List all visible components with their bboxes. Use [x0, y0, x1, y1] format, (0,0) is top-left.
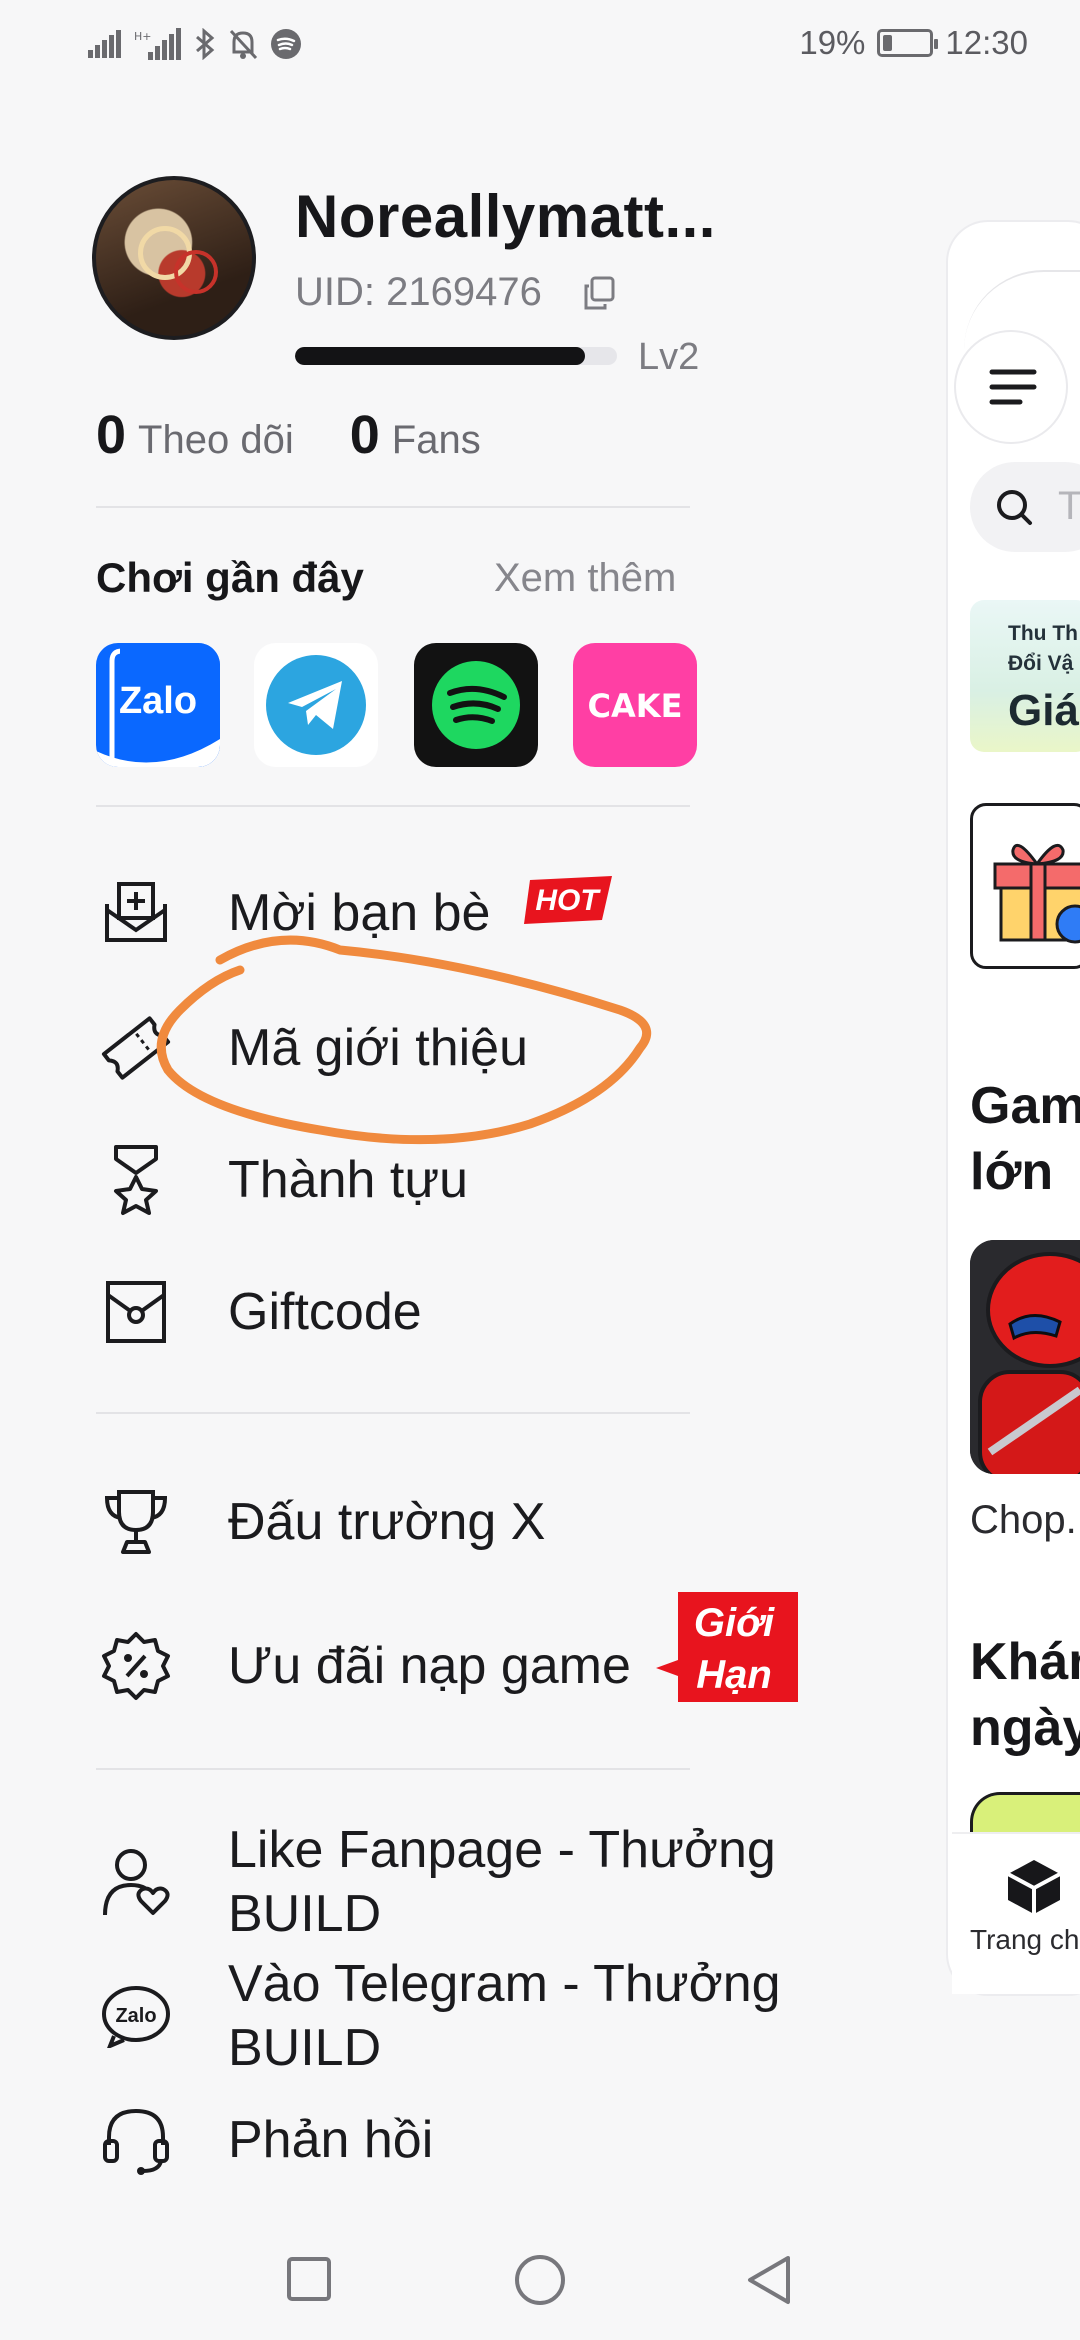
following-label[interactable]: Theo dõi	[138, 418, 294, 463]
menu-topup-deals[interactable]: Ưu đãi nạp game	[96, 1626, 631, 1706]
status-icons-right: 19% 12:30	[799, 24, 1028, 62]
fans-label[interactable]: Fans	[392, 418, 481, 463]
menu-join-telegram[interactable]: Zalo Vào Telegram - Thưởng BUILD	[96, 1952, 818, 2080]
app-zalo[interactable]: Zalo	[96, 643, 220, 767]
battery-percent: 19%	[799, 24, 866, 61]
menu-label: Ưu đãi nạp game	[228, 1637, 631, 1695]
uid-label: UID: 2169476	[295, 270, 542, 314]
menu-feedback[interactable]: Phản hồi	[96, 2100, 433, 2180]
peek-game-thumbnail[interactable]	[970, 1240, 1080, 1474]
app-spotify[interactable]	[414, 643, 538, 767]
discount-badge-icon	[96, 1626, 176, 1706]
battery-fill	[883, 35, 892, 51]
limited-badge-line1: Giới	[694, 1601, 775, 1645]
menu-like-fanpage[interactable]: Like Fanpage - Thưởng BUILD	[96, 1818, 818, 1946]
hamburger-icon	[989, 369, 1037, 405]
home-cube-icon[interactable]	[1006, 1858, 1062, 1916]
back-button[interactable]	[746, 2254, 792, 2306]
menu-label: Đấu trường X	[228, 1493, 546, 1551]
telegram-logo	[266, 655, 366, 755]
zalo-logo: Zalo	[96, 643, 220, 767]
peek-banner-line1: Thu Th	[1008, 622, 1078, 645]
hot-badge-text: HOT	[535, 884, 601, 917]
status-icons-left: H+	[88, 28, 302, 60]
home-button[interactable]	[514, 2254, 566, 2306]
limited-badge-line2: Hạn	[696, 1653, 772, 1697]
peek-banner[interactable]: Thu Th Đổi Vậ Giá	[970, 600, 1080, 752]
peek-search-bar[interactable]: T	[970, 462, 1080, 552]
status-bar: H+ 19% 12:30	[0, 0, 1080, 90]
avatar[interactable]	[92, 176, 256, 340]
limited-badge: Giới Hạn	[656, 1592, 798, 1702]
mute-icon	[229, 29, 258, 60]
peek-banner-line2: Đổi Vậ	[1008, 652, 1074, 675]
divider	[96, 805, 690, 807]
level-progress-bar	[295, 347, 617, 365]
svg-text:H+: H+	[134, 30, 152, 43]
status-time: 12:30	[945, 24, 1028, 61]
gift-box-icon	[993, 843, 1080, 944]
signal-2-icon: H+	[134, 28, 181, 60]
user-heart-icon	[96, 1842, 176, 1922]
following-count[interactable]: 0	[96, 404, 126, 466]
menu-label: Like Fanpage - Thưởng BUILD	[228, 1821, 776, 1943]
username: Noreallymatt...	[295, 183, 715, 250]
divider	[96, 506, 690, 508]
cake-app-name: CAKE	[588, 687, 683, 725]
menu-arena-x[interactable]: Đấu trường X	[96, 1482, 545, 1562]
level-label: Lv2	[638, 336, 700, 378]
menu-label: Phản hồi	[228, 2111, 434, 2169]
system-nav-bar	[0, 2200, 1080, 2340]
headset-icon	[96, 2100, 176, 2180]
signal-icon	[88, 30, 121, 58]
peek-heading-1b: lớn	[970, 1143, 1054, 1201]
gift-envelope-icon	[96, 1272, 176, 1352]
divider	[96, 1412, 690, 1414]
peek-menu-button[interactable]	[956, 332, 1066, 442]
peek-gift-card[interactable]	[970, 803, 1080, 969]
divider	[96, 1768, 690, 1770]
spotify-logo	[432, 661, 520, 749]
level-progress-fill	[295, 347, 585, 365]
peek-home-label[interactable]: Trang ch	[970, 1924, 1079, 1956]
copy-icon[interactable]	[583, 276, 615, 310]
peek-heading-2a: Khán	[970, 1633, 1080, 1691]
spotify-icon	[271, 29, 301, 59]
menu-label: Vào Telegram - Thưởng BUILD	[228, 1955, 781, 2077]
highlight-annotation	[156, 935, 652, 1145]
menu-label: Giftcode	[228, 1283, 422, 1341]
bluetooth-icon	[196, 28, 215, 60]
app-telegram[interactable]	[254, 643, 378, 767]
menu-giftcode[interactable]: Giftcode	[96, 1272, 422, 1352]
cake-logo: CAKE	[588, 687, 683, 725]
follow-stats: 0 Theo dõi 0 Fans	[96, 404, 481, 466]
fans-count[interactable]: 0	[350, 404, 380, 466]
battery-icon	[877, 29, 939, 57]
zalo-icon: Zalo	[96, 1976, 176, 2056]
peek-game-label: Chop.	[970, 1498, 1077, 1542]
zalo-app-name: Zalo	[119, 680, 197, 722]
peek-banner-line3: Giá	[1008, 686, 1079, 735]
recent-title: Chơi gần đây	[96, 554, 364, 601]
game-character-image	[970, 1240, 1080, 1474]
peek-search-placeholder: T	[1058, 484, 1080, 528]
recents-button[interactable]	[286, 2256, 332, 2302]
zalo-icon-text: Zalo	[115, 2005, 156, 2027]
trophy-icon	[96, 1482, 176, 1562]
peek-heading-1a: Gam	[970, 1077, 1080, 1135]
see-more-link[interactable]: Xem thêm	[494, 556, 676, 601]
app-cake[interactable]: CAKE	[573, 643, 697, 767]
peek-heading-2b: ngày	[970, 1699, 1080, 1757]
